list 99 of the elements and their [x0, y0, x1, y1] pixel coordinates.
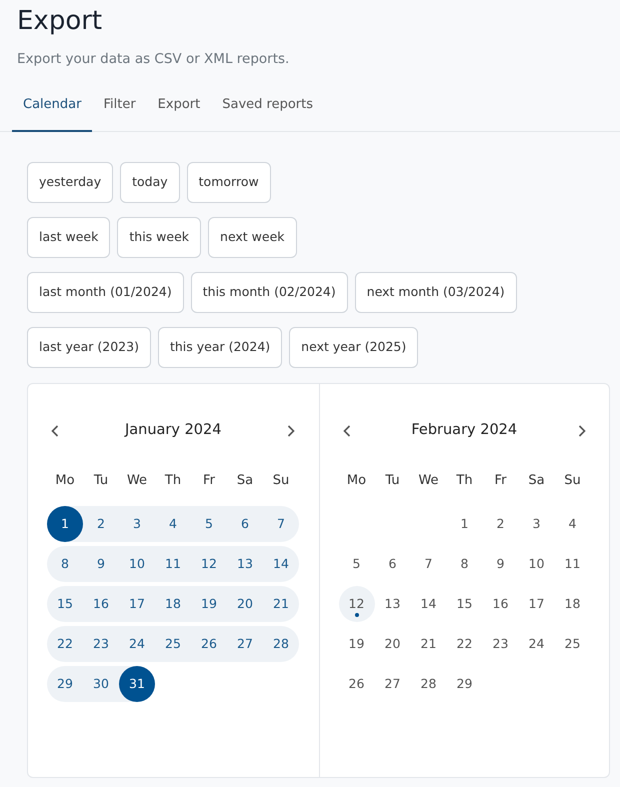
- chevron-right-icon: [578, 424, 586, 437]
- calendar-day[interactable]: 3: [119, 506, 155, 542]
- chevron-left-icon: [51, 424, 59, 437]
- date-preset-button[interactable]: yesterday: [27, 162, 114, 203]
- calendar-day[interactable]: 10: [119, 546, 155, 582]
- calendar-day[interactable]: 9: [83, 546, 119, 582]
- calendar-day[interactable]: 1: [47, 506, 83, 542]
- page-subtitle: Export your data as CSV or XML reports.: [17, 50, 290, 70]
- calendar-day[interactable]: 20: [374, 626, 410, 662]
- calendar-day[interactable]: 17: [119, 586, 155, 622]
- calendar-day[interactable]: 28: [410, 666, 446, 702]
- date-preset-button[interactable]: last month (01/2024): [27, 272, 184, 313]
- weekday-label: Fr: [202, 472, 216, 490]
- calendar-day[interactable]: 9: [482, 546, 518, 582]
- calendar-day[interactable]: 18: [554, 586, 590, 622]
- calendar-day[interactable]: 1: [446, 506, 482, 542]
- calendar-day[interactable]: 10: [518, 546, 554, 582]
- calendar-day[interactable]: 24: [119, 626, 155, 662]
- calendar-day[interactable]: 26: [338, 666, 374, 702]
- weekday-label: Su: [272, 472, 290, 490]
- calendar-day[interactable]: 23: [83, 626, 119, 662]
- calendar-day[interactable]: 13: [374, 586, 410, 622]
- weekday-label: Fr: [494, 472, 508, 490]
- weekday-label: Sa: [527, 472, 546, 490]
- calendar-day[interactable]: 21: [263, 586, 299, 622]
- calendar-day[interactable]: 7: [263, 506, 299, 542]
- calendar-day[interactable]: 5: [338, 546, 374, 582]
- date-preset-button[interactable]: this week: [117, 216, 202, 258]
- calendar-day[interactable]: 27: [374, 666, 410, 702]
- calendar-day[interactable]: 2: [482, 506, 518, 542]
- weekday-label: Mo: [346, 472, 368, 490]
- weekday-label: Th: [164, 472, 182, 490]
- date-preset-button[interactable]: next year (2025): [289, 326, 418, 368]
- calendar-day[interactable]: 11: [554, 546, 590, 582]
- date-preset-button[interactable]: next month (03/2024): [354, 272, 517, 313]
- calendar-day[interactable]: 22: [47, 626, 83, 662]
- calendar-day[interactable]: 25: [554, 626, 590, 662]
- date-preset-button[interactable]: this year (2024): [158, 326, 282, 368]
- weekday-label: Tu: [92, 472, 110, 490]
- date-preset-button[interactable]: last year (2023): [27, 326, 151, 368]
- calendar-day[interactable]: 19: [338, 626, 374, 662]
- chevron-left-icon: [342, 424, 350, 437]
- calendar-day[interactable]: 5: [191, 506, 227, 542]
- calendar-day[interactable]: 25: [155, 626, 191, 662]
- tab[interactable]: Saved reports: [211, 87, 324, 132]
- calendar-day[interactable]: 4: [554, 506, 590, 542]
- weekday-label: We: [126, 472, 148, 490]
- calendar-day[interactable]: 4: [155, 506, 191, 542]
- calendar-day[interactable]: 26: [191, 626, 227, 662]
- today-dot: [354, 612, 358, 617]
- calendar-day[interactable]: 14: [263, 546, 299, 582]
- chevron-right-icon: [287, 424, 296, 437]
- calendar-day[interactable]: 29: [47, 666, 83, 702]
- calendar-day[interactable]: 12: [338, 586, 374, 622]
- calendar-day[interactable]: 12: [191, 546, 227, 582]
- calendar-day[interactable]: 15: [47, 586, 83, 622]
- tab[interactable]: Export: [146, 87, 212, 132]
- calendar-day[interactable]: 21: [410, 626, 446, 662]
- calendar-day[interactable]: 14: [410, 586, 446, 622]
- calendar-day[interactable]: 30: [83, 666, 119, 702]
- tab[interactable]: Filter: [92, 87, 147, 132]
- calendar-day[interactable]: 18: [155, 586, 191, 622]
- weekday-label: Mo: [54, 472, 76, 490]
- date-preset-button[interactable]: tomorrow: [186, 162, 271, 203]
- calendar-day[interactable]: 17: [518, 586, 554, 622]
- date-preset-button[interactable]: last week: [27, 216, 110, 258]
- calendar-day[interactable]: 15: [446, 586, 482, 622]
- calendar-day[interactable]: 16: [482, 586, 518, 622]
- weekday-label: Th: [455, 472, 474, 490]
- calendar-day[interactable]: 24: [518, 626, 554, 662]
- calendar-day[interactable]: 2: [83, 506, 119, 542]
- weekday-label: We: [417, 472, 440, 490]
- calendar-day[interactable]: 8: [47, 546, 83, 582]
- calendar-day[interactable]: 13: [227, 546, 263, 582]
- calendar-day[interactable]: 8: [446, 546, 482, 582]
- weekday-label: Su: [563, 472, 582, 490]
- calendar-day[interactable]: 27: [227, 626, 263, 662]
- tab[interactable]: Calendar: [12, 87, 92, 132]
- date-preset-button[interactable]: next week: [208, 216, 297, 258]
- calendar-day[interactable]: 29: [446, 666, 482, 702]
- calendar-day[interactable]: 22: [446, 626, 482, 662]
- calendar-day[interactable]: 23: [482, 626, 518, 662]
- calendar-day[interactable]: 3: [518, 506, 554, 542]
- calendar-day[interactable]: 19: [191, 586, 227, 622]
- page-title: Export: [17, 6, 104, 38]
- calendar-day[interactable]: 31: [119, 666, 155, 702]
- month-title: February 2024: [411, 421, 518, 440]
- month-title: January 2024: [125, 421, 222, 440]
- calendar-day[interactable]: 6: [227, 506, 263, 542]
- calendar-day[interactable]: 16: [83, 586, 119, 622]
- date-preset-button[interactable]: this month (02/2024): [190, 272, 348, 313]
- weekday-label: Tu: [384, 472, 401, 490]
- calendar-day[interactable]: 28: [263, 626, 299, 662]
- weekday-label: Sa: [236, 472, 254, 490]
- calendar-day[interactable]: 11: [155, 546, 191, 582]
- date-preset-button[interactable]: today: [120, 162, 180, 203]
- calendar-day[interactable]: 6: [374, 546, 410, 582]
- calendar-day[interactable]: 20: [227, 586, 263, 622]
- calendar-day[interactable]: 7: [410, 546, 446, 582]
